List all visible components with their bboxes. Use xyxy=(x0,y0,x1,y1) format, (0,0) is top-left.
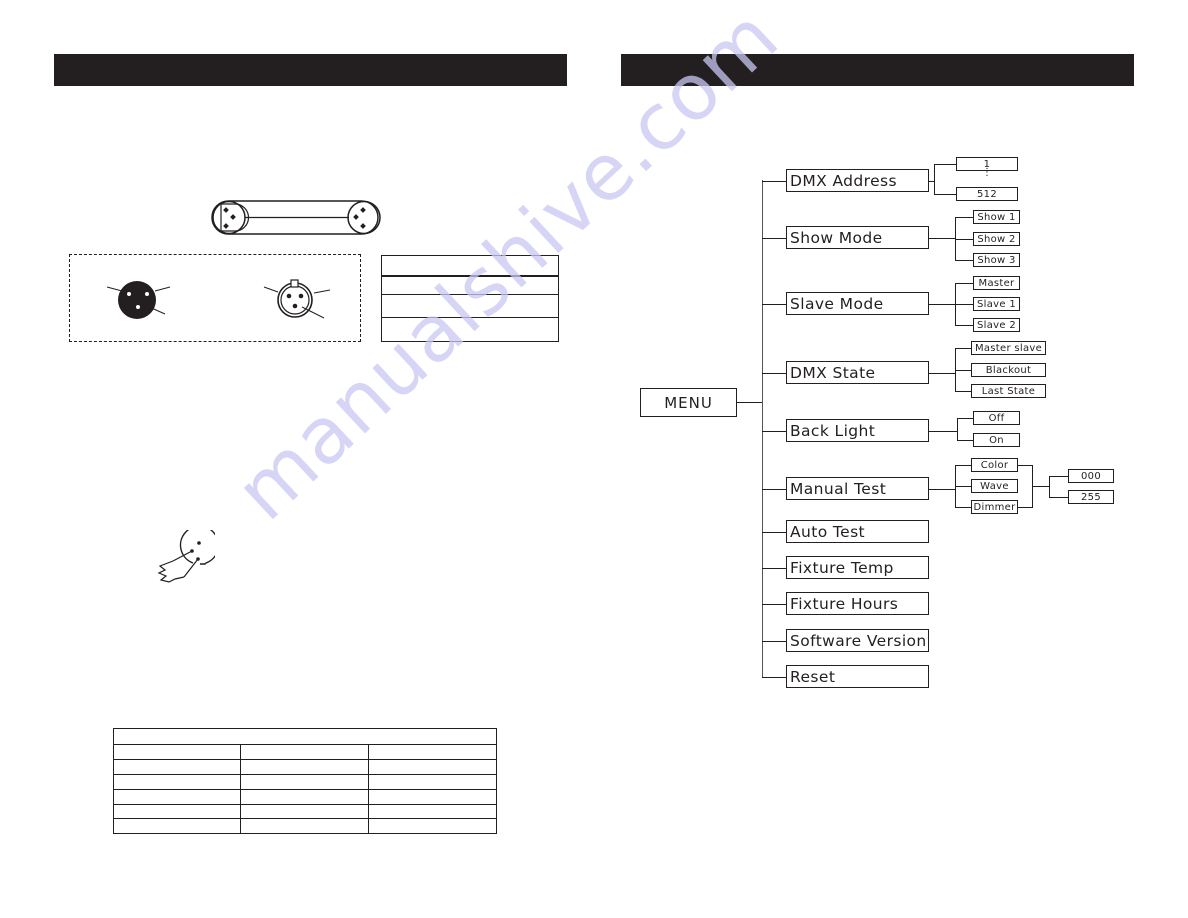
submenu-option[interactable]: Color xyxy=(971,458,1018,472)
connector-line xyxy=(762,489,786,490)
connector-line xyxy=(1049,476,1068,477)
submenu-option[interactable]: Master xyxy=(973,276,1020,290)
xlr-cable-icon xyxy=(211,200,381,235)
connector-line xyxy=(955,325,973,326)
menu-item-auto-test[interactable]: Auto Test xyxy=(786,520,929,543)
connector-line xyxy=(955,348,971,349)
pin-assignment-table xyxy=(381,255,559,342)
submenu-option[interactable]: Off xyxy=(973,411,1020,425)
menu-item-show-mode[interactable]: Show Mode xyxy=(786,226,929,249)
submenu-option[interactable]: Wave xyxy=(971,479,1018,493)
connector-line xyxy=(1018,465,1032,466)
grid-row-divider xyxy=(114,759,496,760)
connector-line xyxy=(929,373,955,374)
left-page-header-bar xyxy=(54,54,567,86)
connector-line xyxy=(762,431,786,432)
connector-line xyxy=(955,370,971,371)
menu-spine-line xyxy=(762,180,763,677)
connector-line xyxy=(762,677,786,678)
connector-line xyxy=(762,641,786,642)
connector-line xyxy=(955,465,971,466)
range-ellipsis-icon: ⋮ xyxy=(982,167,992,178)
menu-item-fixture-temp[interactable]: Fixture Temp xyxy=(786,556,929,579)
connector-line xyxy=(957,440,973,441)
submenu-option[interactable]: Show 2 xyxy=(973,232,1020,246)
connector-line xyxy=(1049,497,1068,498)
connector-line xyxy=(762,373,786,374)
submenu-option[interactable]: Master slave xyxy=(971,341,1046,355)
submenu-option[interactable]: Blackout xyxy=(971,363,1046,377)
menu-item-fixture-hours[interactable]: Fixture Hours xyxy=(786,592,929,615)
grid-row-divider xyxy=(114,804,496,805)
submenu-option[interactable]: Slave 1 xyxy=(973,297,1020,311)
right-page-header-bar xyxy=(621,54,1134,86)
connector-line xyxy=(929,489,955,490)
pin-table-row xyxy=(382,294,558,295)
menu-item-dmx-address[interactable]: DMX Address xyxy=(786,169,929,192)
submenu-option[interactable]: Show 3 xyxy=(973,253,1020,267)
value-range-box[interactable]: 255 xyxy=(1068,490,1114,504)
connector-line xyxy=(737,402,762,403)
grid-col-divider xyxy=(240,744,241,833)
menu-item-software-version[interactable]: Software Version xyxy=(786,629,929,652)
connector-line xyxy=(762,238,786,239)
connector-line xyxy=(934,194,956,195)
connector-line xyxy=(955,239,973,240)
connector-line xyxy=(955,486,971,487)
menu-item-slave-mode[interactable]: Slave Mode xyxy=(786,292,929,315)
connector-line xyxy=(934,164,935,195)
connector-line xyxy=(929,238,955,239)
connector-line xyxy=(1049,476,1050,498)
connector-line xyxy=(955,217,973,218)
submenu-option[interactable]: On xyxy=(973,433,1020,447)
connector-line xyxy=(762,181,786,182)
grid-row-divider xyxy=(114,744,496,745)
connector-line xyxy=(762,604,786,605)
menu-item-dmx-state[interactable]: DMX State xyxy=(786,361,929,384)
grid-row-divider xyxy=(114,774,496,775)
submenu-option[interactable]: Slave 2 xyxy=(973,318,1020,332)
connector-line xyxy=(957,418,958,441)
submenu-option[interactable]: 512 xyxy=(956,187,1018,201)
menu-item-reset[interactable]: Reset xyxy=(786,665,929,688)
connector-line xyxy=(929,431,957,432)
xlr-terminator-plug-icon xyxy=(157,530,215,583)
connector-line xyxy=(955,283,973,284)
connector-line xyxy=(762,532,786,533)
menu-root-node: MENU xyxy=(640,388,737,417)
value-range-box[interactable]: 000 xyxy=(1068,469,1114,483)
connector-line xyxy=(955,391,971,392)
xlr-male-connector-icon xyxy=(106,281,171,319)
grid-col-divider xyxy=(368,744,369,833)
connector-line xyxy=(762,304,786,305)
connector-line xyxy=(762,568,786,569)
menu-item-manual-test[interactable]: Manual Test xyxy=(786,477,929,500)
pin-table-row xyxy=(382,317,558,318)
grid-row-divider xyxy=(114,818,496,819)
pin-table-row xyxy=(382,275,558,277)
grid-row-divider xyxy=(114,789,496,790)
submenu-option[interactable]: Dimmer xyxy=(971,500,1018,514)
connector-line xyxy=(1018,507,1032,508)
xlr-female-connector-icon xyxy=(263,279,331,319)
connector-line xyxy=(955,260,973,261)
connector-line xyxy=(955,304,973,305)
connector-line xyxy=(957,418,973,419)
data-grid-table xyxy=(113,728,497,834)
menu-item-back-light[interactable]: Back Light xyxy=(786,419,929,442)
connector-line xyxy=(1032,486,1049,487)
connector-line xyxy=(934,164,956,165)
submenu-option[interactable]: Show 1 xyxy=(973,210,1020,224)
connector-line xyxy=(929,304,955,305)
submenu-option[interactable]: Last State xyxy=(971,384,1046,398)
connector-line xyxy=(955,507,971,508)
